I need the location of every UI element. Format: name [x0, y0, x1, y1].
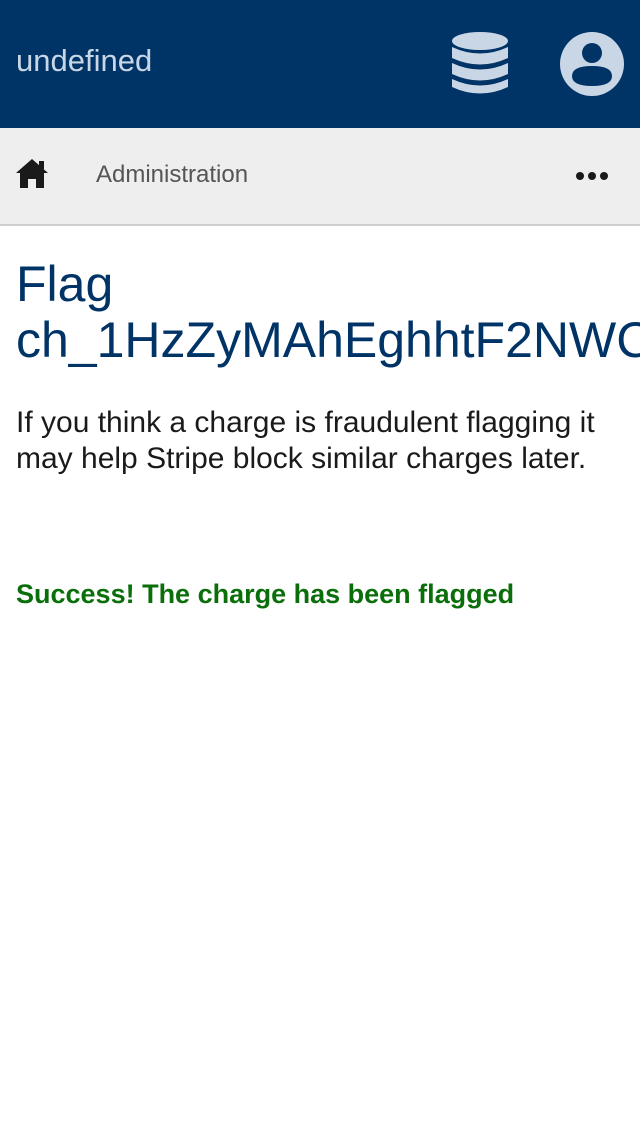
database-icon[interactable]: [448, 30, 512, 98]
breadcrumb-administration[interactable]: Administration: [96, 161, 248, 189]
breadcrumb-bar: Administration: [0, 128, 640, 226]
more-horizontal-icon[interactable]: [570, 164, 614, 188]
top-app-bar: undefined: [0, 0, 640, 128]
account-circle-icon[interactable]: [558, 30, 626, 98]
app-title: undefined: [16, 43, 153, 78]
home-icon[interactable]: [14, 156, 50, 192]
flag-description: If you think a charge is fraudulent flag…: [16, 406, 595, 475]
page-title: Flag ch_1HzZyMAhEghhtF2NWC: [16, 256, 640, 368]
charge-id: ch_1HzZyMAhEghhtF2NWC: [16, 312, 640, 368]
title-prefix: Flag: [16, 256, 114, 312]
success-message: Success! The charge has been flagged: [16, 579, 515, 609]
